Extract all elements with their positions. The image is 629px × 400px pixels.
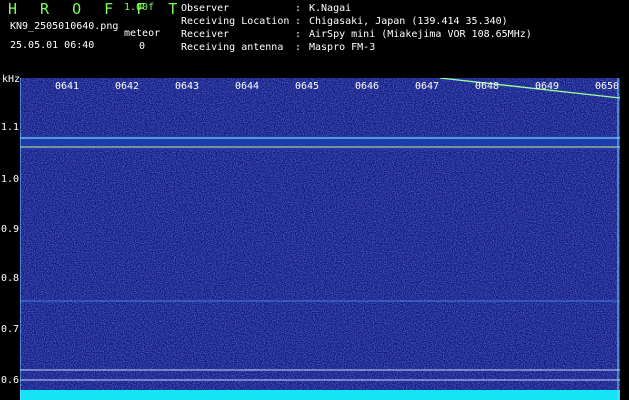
meteor-label: meteor [124,28,161,39]
y-tick-label: 1.0 [1,174,20,185]
info-value: Chigasaki, Japan (139.414 35.340) [309,16,508,27]
observation-info: Observer: K.Nagai Receiving Location: Chig… [181,2,532,54]
y-tick-label: 0.7 [1,324,20,335]
datetime-label: 25.05.01 06:40 [10,40,95,51]
time-tick-label: 0645 [295,81,320,92]
time-tick-label: 0642 [115,81,140,92]
info-row-observer: Observer: K.Nagai [181,3,352,14]
info-label: Observer [181,3,230,14]
time-tick-label: 0647 [415,81,440,92]
version-label: 1.00f [124,2,155,13]
y-tick-label: 0.8 [1,273,20,284]
unit-label: kHz [2,74,21,85]
app-title: H R O F F T [8,0,185,18]
info-row-receiver: Receiver: AirSpy mini (Miakejima VOR 108.… [181,29,532,40]
time-tick-label: 0648 [475,81,500,92]
info-row-antenna: Receiving antenna: Maspro FM-3 [181,42,376,53]
info-value: K.Nagai [309,3,352,14]
info-label: Receiving antenna [181,42,284,53]
info-label: Receiver [181,29,230,40]
info-value: Maspro FM-3 [309,42,376,53]
time-tick-label: 0646 [355,81,380,92]
header-panel: H R O F F T 1.00f KN9_2505010640.png met… [0,0,629,75]
time-tick-label: 0643 [175,81,200,92]
meteor-count: 0 [139,41,146,52]
info-value: AirSpy mini (Miakejima VOR 108.65MHz) [309,29,532,40]
time-tick-label: 0641 [55,81,80,92]
time-tick-label: 0650 [595,81,620,92]
y-tick-label: 0.6 [1,375,20,386]
filename-label: KN9_2505010640.png [10,21,119,32]
time-tick-label: 0649 [535,81,560,92]
y-tick-label: 1.1 [1,122,20,133]
noise-texture [20,78,620,400]
noise-floor [20,390,620,400]
info-label: Receiving Location [181,16,290,27]
spectrogram-plot [20,78,620,400]
time-tick-label: 0644 [235,81,260,92]
info-row-location: Receiving Location: Chigasaki, Japan (139… [181,16,508,27]
y-tick-label: 0.9 [1,224,20,235]
spectrogram-svg [20,78,620,400]
